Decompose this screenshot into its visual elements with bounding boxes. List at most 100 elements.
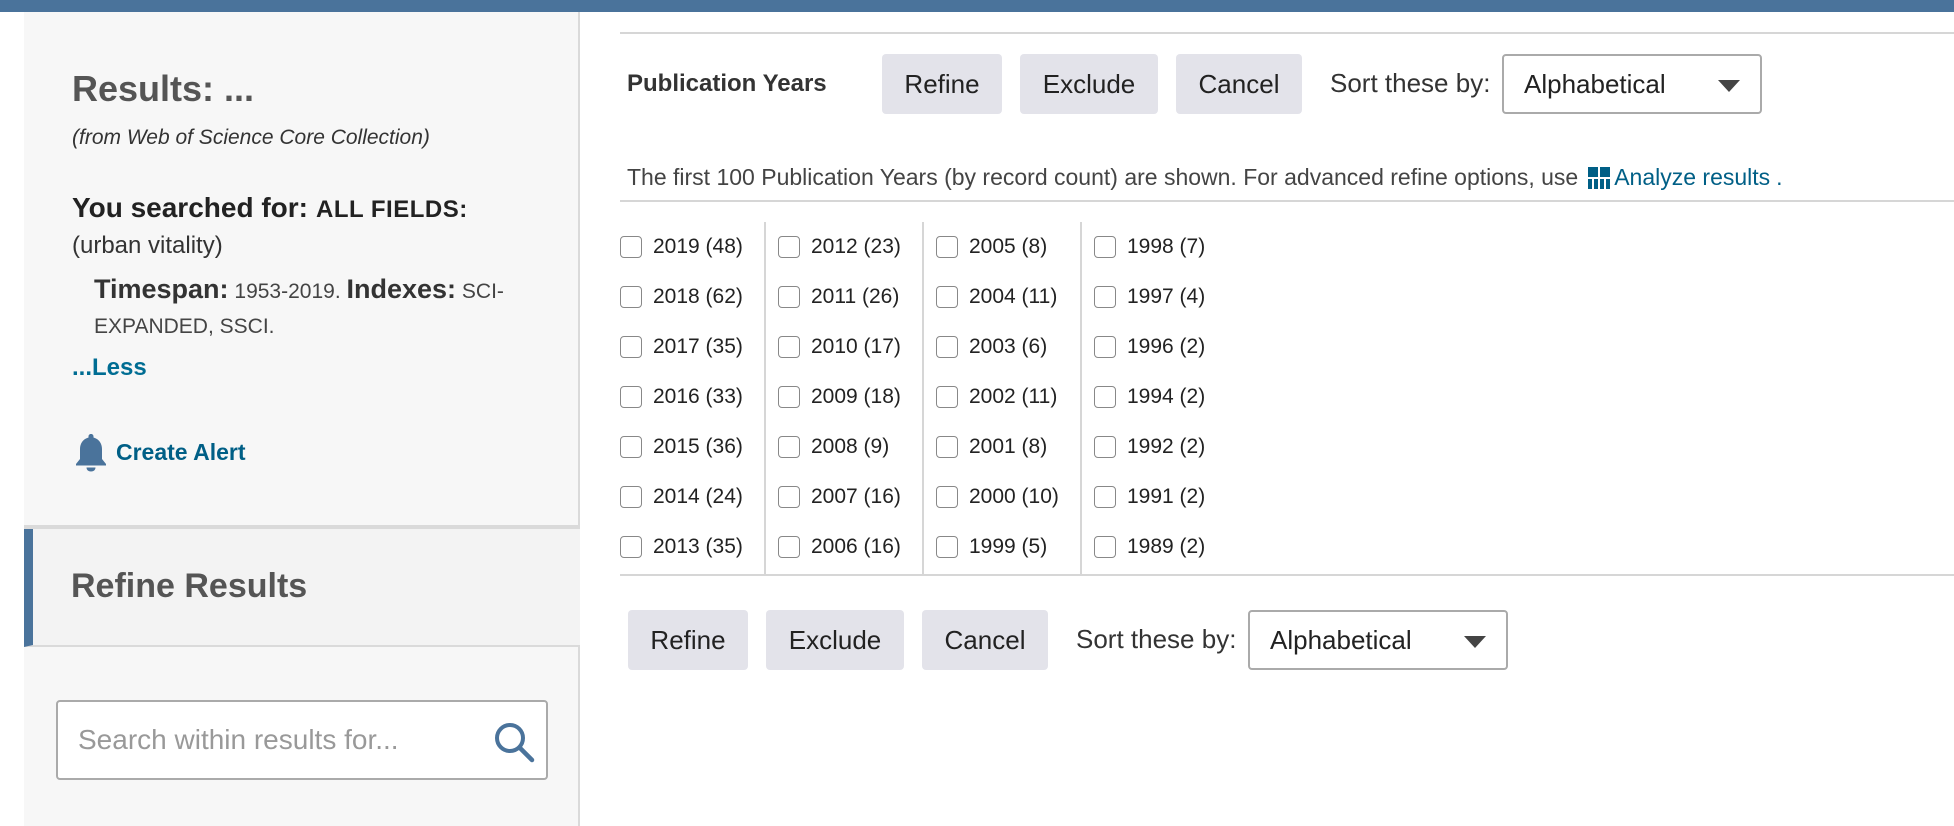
left-gutter <box>0 12 24 826</box>
refine-results-heading: Refine Results <box>71 567 308 605</box>
year-column: 2005 (8) 2004 (11) 2003 (6) 2002 (11) 20… <box>922 222 1080 574</box>
less-link[interactable]: ...Less <box>72 354 147 382</box>
year-option[interactable]: 2018 (62) <box>620 282 743 312</box>
year-label: 1998 (7) <box>1127 235 1206 258</box>
year-option[interactable]: 2001 (8) <box>936 432 1047 462</box>
checkbox[interactable] <box>936 236 958 258</box>
refine-button-bottom[interactable]: Refine <box>628 610 748 670</box>
exclude-button-bottom[interactable]: Exclude <box>766 610 904 670</box>
checkbox[interactable] <box>1094 336 1116 358</box>
checkbox[interactable] <box>778 286 800 308</box>
checkbox[interactable] <box>1094 486 1116 508</box>
year-label: 1997 (4) <box>1127 285 1206 308</box>
checkbox[interactable] <box>778 436 800 458</box>
results-source: (from Web of Science Core Collection) <box>72 126 430 149</box>
checkbox[interactable] <box>620 486 642 508</box>
checkbox[interactable] <box>936 536 958 558</box>
year-option[interactable]: 2012 (23) <box>778 232 901 262</box>
year-option[interactable]: 2019 (48) <box>620 232 743 262</box>
year-option[interactable]: 2014 (24) <box>620 482 743 512</box>
info-suffix: . <box>1776 164 1783 190</box>
create-alert-link[interactable]: Create Alert <box>74 432 246 472</box>
search-query: (urban vitality) <box>72 232 223 259</box>
sort-select-bottom[interactable]: Alphabetical <box>1248 610 1508 670</box>
checkbox[interactable] <box>936 286 958 308</box>
chevron-down-icon <box>1464 636 1486 648</box>
year-option[interactable]: 2008 (9) <box>778 432 889 462</box>
year-label: 1991 (2) <box>1127 485 1206 508</box>
year-option[interactable]: 1989 (2) <box>1094 532 1205 562</box>
checkbox[interactable] <box>778 536 800 558</box>
year-option[interactable]: 2003 (6) <box>936 332 1047 362</box>
checkbox[interactable] <box>1094 536 1116 558</box>
checkbox[interactable] <box>778 386 800 408</box>
year-column: 2019 (48) 2018 (62) 2017 (35) 2016 (33) … <box>620 222 760 574</box>
checkbox[interactable] <box>1094 286 1116 308</box>
sort-select-value: Alphabetical <box>1270 624 1412 655</box>
checkbox[interactable] <box>936 336 958 358</box>
year-option[interactable]: 2004 (11) <box>936 282 1057 312</box>
year-option[interactable]: 2000 (10) <box>936 482 1059 512</box>
year-column: 1998 (7) 1997 (4) 1996 (2) 1994 (2) 1992… <box>1080 222 1238 574</box>
cancel-button-bottom[interactable]: Cancel <box>922 610 1048 670</box>
years-grid: 2019 (48) 2018 (62) 2017 (35) 2016 (33) … <box>620 222 1954 574</box>
checkbox[interactable] <box>620 236 642 258</box>
bottom-divider <box>620 574 1954 576</box>
year-option[interactable]: 2011 (26) <box>778 282 899 312</box>
analyze-results-label: Analyze results <box>1614 164 1771 190</box>
refine-button[interactable]: Refine <box>882 54 1002 114</box>
year-option[interactable]: 2017 (35) <box>620 332 743 362</box>
year-option[interactable]: 1998 (7) <box>1094 232 1205 262</box>
searched-label: You searched for: <box>72 192 308 223</box>
year-option[interactable]: 1992 (2) <box>1094 432 1205 462</box>
checkbox[interactable] <box>620 536 642 558</box>
checkbox[interactable] <box>936 386 958 408</box>
timespan-label: Timespan: <box>94 274 229 304</box>
year-option[interactable]: 2009 (18) <box>778 382 901 412</box>
search-icon[interactable] <box>492 720 536 764</box>
year-label: 2018 (62) <box>653 285 743 308</box>
chevron-down-icon <box>1718 80 1740 92</box>
search-within-input[interactable] <box>78 716 478 764</box>
checkbox[interactable] <box>936 436 958 458</box>
checkbox[interactable] <box>620 436 642 458</box>
checkbox[interactable] <box>778 486 800 508</box>
year-label: 1999 (5) <box>969 535 1048 558</box>
year-label: 2004 (11) <box>969 285 1058 308</box>
checkbox[interactable] <box>936 486 958 508</box>
sort-select[interactable]: Alphabetical <box>1502 54 1762 114</box>
checkbox[interactable] <box>620 286 642 308</box>
year-label: 2013 (35) <box>653 535 743 558</box>
checkbox[interactable] <box>1094 386 1116 408</box>
year-option[interactable]: 2015 (36) <box>620 432 743 462</box>
year-option[interactable]: 1996 (2) <box>1094 332 1205 362</box>
create-alert-label: Create Alert <box>116 438 246 465</box>
year-option[interactable]: 1991 (2) <box>1094 482 1205 512</box>
checkbox[interactable] <box>1094 236 1116 258</box>
year-option[interactable]: 1994 (2) <box>1094 382 1205 412</box>
year-option[interactable]: 1997 (4) <box>1094 282 1205 312</box>
checkbox[interactable] <box>620 386 642 408</box>
checkbox[interactable] <box>778 236 800 258</box>
search-details: Timespan: 1953-2019. Indexes: SCI-EXPAND… <box>94 272 554 344</box>
year-label: 2015 (36) <box>653 435 743 458</box>
exclude-button[interactable]: Exclude <box>1020 54 1158 114</box>
year-label: 1992 (2) <box>1127 435 1206 458</box>
facet-panel: Publication Years Refine Exclude Cancel … <box>582 12 1954 826</box>
checkbox[interactable] <box>778 336 800 358</box>
year-option[interactable]: 2010 (17) <box>778 332 901 362</box>
year-option[interactable]: 2006 (16) <box>778 532 901 562</box>
year-option[interactable]: 1999 (5) <box>936 532 1047 562</box>
year-option[interactable]: 2013 (35) <box>620 532 743 562</box>
year-label: 1989 (2) <box>1127 535 1206 558</box>
year-option[interactable]: 2005 (8) <box>936 232 1047 262</box>
year-option[interactable]: 2007 (16) <box>778 482 901 512</box>
checkbox[interactable] <box>620 336 642 358</box>
year-label: 2006 (16) <box>811 535 901 558</box>
cancel-button[interactable]: Cancel <box>1176 54 1302 114</box>
year-option[interactable]: 2002 (11) <box>936 382 1057 412</box>
checkbox[interactable] <box>1094 436 1116 458</box>
year-option[interactable]: 2016 (33) <box>620 382 743 412</box>
info-divider <box>620 200 1954 202</box>
analyze-results-link[interactable]: Analyze results <box>1588 164 1770 191</box>
